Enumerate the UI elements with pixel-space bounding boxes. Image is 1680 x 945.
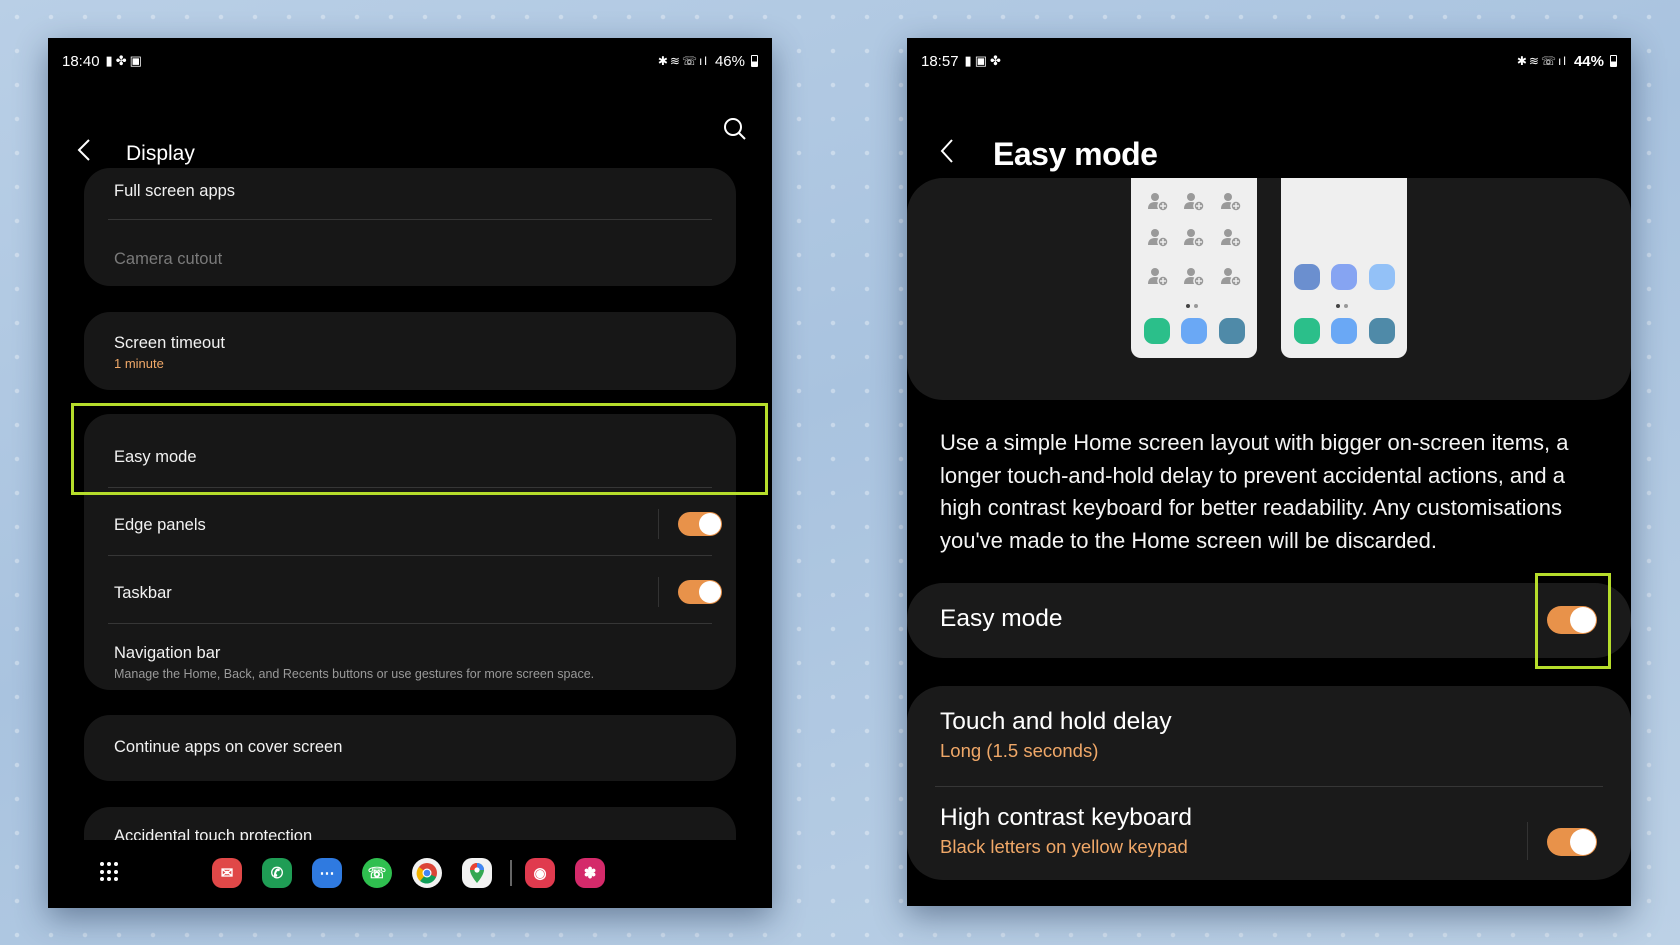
notification-icons: ▮✤▣ bbox=[105, 53, 145, 68]
app-tile bbox=[1294, 318, 1320, 344]
edge-panels-toggle[interactable] bbox=[678, 512, 722, 536]
status-bar: 18:57 ▮▣✤ ✱≋☏ıl 44% bbox=[921, 50, 1617, 72]
back-button[interactable] bbox=[939, 138, 979, 171]
toggle-divider bbox=[658, 509, 659, 539]
chrome-icon[interactable] bbox=[412, 858, 442, 888]
page-title: Display bbox=[126, 141, 195, 165]
easy-mode-preview bbox=[907, 178, 1631, 400]
easy-mode-label: Easy mode bbox=[940, 605, 1063, 632]
email-icon[interactable]: ✉ bbox=[212, 858, 242, 888]
app-drawer-button[interactable] bbox=[100, 862, 120, 882]
easy-home-preview bbox=[1281, 178, 1407, 358]
easy-mode-screen: 18:57 ▮▣✤ ✱≋☏ıl 44% Easy mode Use a simp… bbox=[907, 38, 1631, 906]
setting-description: Manage the Home, Back, and Recents butto… bbox=[114, 667, 595, 681]
app-tile bbox=[1144, 318, 1170, 344]
back-button[interactable] bbox=[76, 138, 116, 169]
connectivity-icons: ✱≋☏ıl bbox=[1516, 54, 1568, 68]
app-tile bbox=[1294, 264, 1320, 290]
setting-label: Taskbar bbox=[114, 584, 172, 602]
easy-mode-toggle-card[interactable]: Easy mode bbox=[907, 583, 1631, 658]
toggle-divider bbox=[658, 577, 659, 607]
setting-continue-apps-on-cover-screen[interactable]: Continue apps on cover screen bbox=[114, 738, 712, 757]
setting-taskbar[interactable]: Taskbar bbox=[114, 584, 712, 603]
setting-label: Camera cutout bbox=[114, 250, 223, 268]
battery-icon bbox=[751, 55, 758, 67]
flower-icon[interactable]: ✽ bbox=[575, 858, 605, 888]
setting-touch-and-hold-delay[interactable]: Touch and hold delay Long (1.5 seconds) bbox=[940, 708, 1172, 762]
setting-label: Full screen apps bbox=[114, 182, 236, 200]
search-button[interactable] bbox=[722, 116, 748, 147]
divider bbox=[108, 555, 712, 556]
app-bar: Display bbox=[76, 138, 195, 169]
easy-mode-toggle-highlight bbox=[1535, 573, 1611, 669]
setting-navigation-bar[interactable]: Navigation bar Manage the Home, Back, an… bbox=[114, 644, 712, 681]
setting-screen-timeout[interactable]: Screen timeout 1 minute bbox=[114, 334, 712, 371]
divider bbox=[935, 786, 1603, 787]
app-tile bbox=[1219, 318, 1245, 344]
map-pin-icon bbox=[470, 863, 484, 883]
setting-camera-cutout[interactable]: Camera cutout bbox=[114, 250, 712, 269]
status-time: 18:40 bbox=[62, 52, 100, 70]
battery-percent: 44% bbox=[1573, 52, 1604, 70]
page-title: Easy mode bbox=[993, 136, 1158, 172]
phone-icon[interactable]: ✆ bbox=[262, 858, 292, 888]
easy-mode-description: Use a simple Home screen layout with big… bbox=[940, 430, 1569, 553]
notification-icons: ▮▣✤ bbox=[964, 53, 1004, 68]
battery-percent: 46% bbox=[714, 52, 745, 70]
toggle-divider bbox=[1527, 822, 1528, 860]
chrome-logo bbox=[416, 863, 437, 884]
setting-label: High contrast keyboard bbox=[940, 804, 1192, 831]
setting-full-screen-apps[interactable]: Full screen apps bbox=[114, 182, 712, 201]
camera-icon[interactable]: ◉ bbox=[525, 858, 555, 888]
divider bbox=[108, 623, 712, 624]
app-tile bbox=[1369, 318, 1395, 344]
whatsapp-icon[interactable]: ☏ bbox=[362, 858, 392, 888]
maps-icon[interactable] bbox=[462, 858, 492, 888]
messages-icon[interactable]: ⋯ bbox=[312, 858, 342, 888]
setting-label: Touch and hold delay bbox=[940, 708, 1172, 735]
setting-value: Long (1.5 seconds) bbox=[940, 740, 1099, 761]
setting-value: 1 minute bbox=[114, 356, 164, 371]
search-icon bbox=[724, 118, 746, 140]
dock-separator bbox=[510, 860, 512, 886]
page-indicator bbox=[1186, 304, 1198, 308]
setting-value: Black letters on yellow keypad bbox=[940, 836, 1188, 857]
standard-home-preview bbox=[1131, 178, 1257, 358]
app-tile bbox=[1331, 318, 1357, 344]
setting-high-contrast-keyboard[interactable]: High contrast keyboard Black letters on … bbox=[940, 804, 1192, 858]
setting-label: Continue apps on cover screen bbox=[114, 738, 343, 756]
settings-group: Screen timeout 1 minute bbox=[84, 312, 736, 390]
easy-mode-settings-group: Touch and hold delay Long (1.5 seconds) … bbox=[907, 686, 1631, 880]
app-tile bbox=[1331, 264, 1357, 290]
setting-label: Navigation bar bbox=[114, 644, 221, 662]
chevron-left-icon bbox=[77, 139, 90, 161]
battery-icon bbox=[1610, 55, 1617, 67]
app-tile bbox=[1369, 264, 1395, 290]
easy-mode-highlight bbox=[71, 403, 768, 495]
taskbar-dock: ✉ ✆ ⋯ ☏ ◉ ✽ bbox=[48, 840, 772, 908]
setting-edge-panels[interactable]: Edge panels bbox=[114, 516, 712, 535]
settings-group: Continue apps on cover screen bbox=[84, 715, 736, 781]
connectivity-icons: ✱≋☏ıl bbox=[657, 54, 709, 68]
status-bar: 18:40 ▮✤▣ ✱≋☏ıl 46% bbox=[62, 50, 758, 72]
settings-group: Full screen apps Camera cutout bbox=[84, 168, 736, 286]
page-indicator bbox=[1336, 304, 1348, 308]
taskbar-toggle[interactable] bbox=[678, 580, 722, 604]
divider bbox=[108, 219, 712, 220]
app-bar: Easy mode bbox=[939, 136, 1158, 173]
status-time: 18:57 bbox=[921, 52, 959, 70]
setting-label: Screen timeout bbox=[114, 334, 225, 352]
setting-label: Edge panels bbox=[114, 516, 206, 534]
chevron-left-icon bbox=[940, 139, 953, 163]
app-tile bbox=[1181, 318, 1207, 344]
high-contrast-keyboard-toggle[interactable] bbox=[1547, 828, 1597, 856]
